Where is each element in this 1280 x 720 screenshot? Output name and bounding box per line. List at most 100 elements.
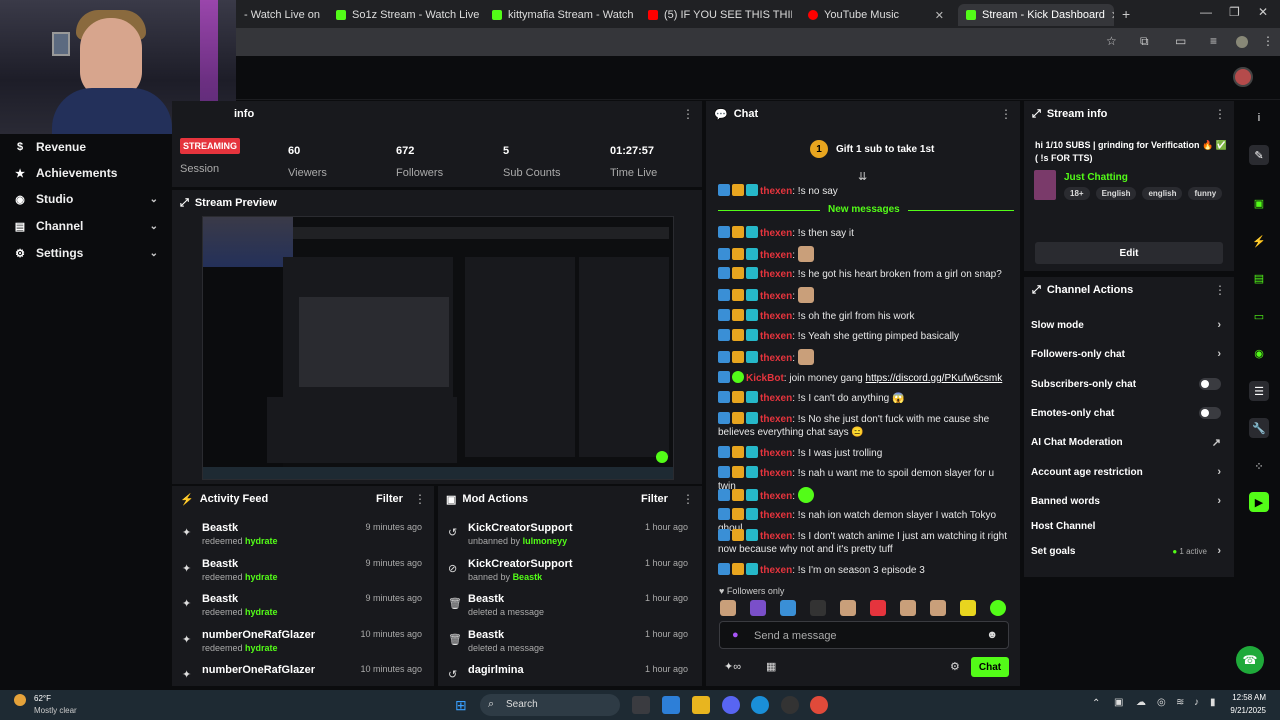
clock-time[interactable]: 12:58 AM	[1226, 693, 1266, 702]
avatar[interactable]	[1233, 67, 1253, 87]
store-app-icon[interactable]	[662, 696, 680, 714]
account-age-row[interactable]: Account age restriction ›	[1031, 461, 1231, 483]
windows-start-icon[interactable]: ⊞	[455, 697, 467, 714]
chat-message: thexen: !s No she just don't fuck with m…	[718, 412, 990, 438]
task-view-icon[interactable]	[632, 696, 650, 714]
close-icon[interactable]: ✕	[1258, 5, 1268, 19]
sidebar-item-settings[interactable]: ⚙ Settings ⌄	[0, 240, 172, 266]
subscribers-only-toggle[interactable]	[1199, 378, 1221, 390]
browser-tab[interactable]: kittymafia Stream - Watch Live✕	[484, 4, 636, 26]
sidebar-item-revenue[interactable]: $ Revenue	[0, 134, 172, 160]
chat-input[interactable]: ● Send a message ☻	[719, 621, 1009, 649]
bookmark-star-icon[interactable]: ☆	[1106, 34, 1117, 48]
clipboard-icon[interactable]: ▤	[1249, 268, 1269, 288]
filter-button[interactable]: Filter	[376, 493, 403, 505]
slow-mode-row[interactable]: Slow mode ›	[1031, 314, 1231, 336]
wifi-icon[interactable]: ≋	[1176, 697, 1184, 708]
weather-icon[interactable]	[14, 694, 26, 706]
stream-preview-video[interactable]	[202, 216, 674, 480]
edit-button[interactable]: Edit	[1035, 242, 1223, 264]
followers-only-row[interactable]: Followers-only chat ›	[1031, 343, 1231, 365]
new-tab-icon[interactable]: +	[1122, 6, 1130, 22]
expand-icon[interactable]: ⤢	[180, 197, 189, 210]
browser-tab[interactable]: So1z Stream - Watch Live on Ki✕	[328, 4, 480, 26]
maximize-icon[interactable]: ❐	[1229, 5, 1240, 19]
points-icon[interactable]: ✦∞	[724, 660, 741, 673]
tray-chevron-icon[interactable]: ⌃	[1092, 698, 1100, 709]
chevron-right-icon: ›	[1217, 466, 1221, 478]
clock-date[interactable]: 9/21/2025	[1226, 706, 1266, 715]
sidebar-item-achievements[interactable]: ★ Achievements	[0, 160, 172, 186]
set-goals-row[interactable]: Set goals ● 1 active ›	[1031, 540, 1231, 562]
wrench-icon[interactable]: 🔧	[1249, 418, 1269, 438]
broadcast-icon[interactable]: ◉	[1249, 343, 1269, 363]
info-icon[interactable]: i	[1249, 108, 1269, 128]
taskbar-search[interactable]: ⌕ Search	[480, 694, 620, 716]
chat-icon[interactable]: ▭	[1249, 306, 1269, 326]
category-name[interactable]: Just Chatting	[1064, 172, 1128, 183]
browser-tab[interactable]: (5) IF YOU SEE THIS THING.. RU✕	[640, 4, 792, 26]
tag[interactable]: English	[1095, 187, 1137, 200]
minimize-icon[interactable]: —	[1200, 5, 1212, 19]
tag[interactable]: english	[1142, 187, 1183, 200]
chat-message: thexen: !s I can't do anything 😱	[718, 391, 1014, 405]
expand-icon[interactable]: ⤢	[1032, 284, 1041, 297]
more-icon[interactable]: ⋮	[1000, 107, 1012, 121]
chat-message: thexen: !s he got his heart broken from …	[718, 267, 1014, 281]
grid-icon[interactable]: ⁘	[1249, 456, 1269, 476]
extensions-icon[interactable]: ⧉	[1140, 34, 1149, 49]
gear-icon[interactable]: ⚙	[950, 660, 960, 673]
sidebar-item-channel[interactable]: ▤ Channel ⌄	[0, 213, 172, 239]
edge-icon[interactable]	[751, 696, 769, 714]
obs-icon[interactable]	[781, 696, 799, 714]
emotes-only-row: Emotes-only chat	[1031, 402, 1231, 424]
scroll-down-icon[interactable]: ⇊	[858, 170, 867, 183]
more-icon[interactable]: ⋮	[682, 107, 694, 121]
kick-app-icon[interactable]: ▶	[1249, 492, 1269, 512]
tag[interactable]: funny	[1188, 187, 1223, 200]
volume-icon[interactable]: ♪	[1194, 697, 1199, 708]
browser-tab[interactable]: YouTube Music ✕	[800, 4, 952, 26]
list-icon[interactable]: ☰	[1249, 381, 1269, 401]
help-chat-icon[interactable]: ☎	[1236, 646, 1264, 674]
channel-icon: ▤	[14, 220, 26, 233]
emoji-icon[interactable]: ☻	[986, 629, 998, 641]
discord-link[interactable]: https://discord.gg/PKufw6csmk	[866, 373, 1003, 384]
file-explorer-icon[interactable]	[692, 696, 710, 714]
discord-icon[interactable]	[722, 696, 740, 714]
steam-icon[interactable]: ◎	[1157, 697, 1166, 708]
more-icon[interactable]: ⋮	[414, 492, 426, 506]
emote-bar[interactable]	[720, 600, 1010, 616]
onedrive-icon[interactable]: ☁	[1136, 697, 1146, 708]
more-icon[interactable]: ⋮	[682, 492, 694, 506]
profile-icon[interactable]	[1236, 36, 1248, 48]
tray-app-icon[interactable]: ▣	[1114, 697, 1123, 708]
lightning-icon[interactable]: ⚡	[1249, 231, 1269, 251]
host-channel-row[interactable]: Host Channel	[1031, 515, 1231, 537]
expand-icon[interactable]: ⤢	[1032, 108, 1041, 121]
send-chat-button[interactable]: Chat	[971, 657, 1009, 677]
sidebar-item-studio[interactable]: ◉ Studio ⌄	[0, 186, 172, 212]
more-icon[interactable]: ⋮	[1214, 283, 1226, 297]
ai-moderation-row[interactable]: AI Chat Moderation ↗	[1031, 431, 1231, 453]
tag[interactable]: 18+	[1064, 187, 1090, 200]
more-icon[interactable]: ⋮	[1214, 107, 1226, 121]
cast-icon[interactable]: ▭	[1175, 34, 1186, 48]
redeem-icon: ✦	[182, 634, 192, 646]
more-icon[interactable]: ⋮	[1262, 34, 1274, 48]
browser-tab-active[interactable]: Stream - Kick Dashboard✕	[958, 4, 1114, 26]
capture-icon[interactable]: ▣	[1249, 193, 1269, 213]
emotes-only-toggle[interactable]	[1199, 407, 1221, 419]
mic-icon[interactable]: ●	[732, 629, 739, 641]
filter-button[interactable]: Filter	[641, 493, 668, 505]
weather-temp[interactable]: 62°F	[34, 694, 51, 703]
menu-icon[interactable]: ≡	[1210, 34, 1217, 48]
gift-sub-banner[interactable]: Gift 1 sub to take 1st	[836, 144, 934, 155]
store-icon[interactable]: ▦	[766, 660, 776, 673]
edit-icon[interactable]: ✎	[1249, 145, 1269, 165]
chrome-icon[interactable]	[810, 696, 828, 714]
category-thumbnail[interactable]	[1034, 170, 1056, 200]
battery-icon[interactable]: ▮	[1210, 697, 1216, 708]
browser-tab[interactable]: - Watch Live on✕	[236, 4, 326, 26]
banned-words-row[interactable]: Banned words ›	[1031, 490, 1231, 512]
